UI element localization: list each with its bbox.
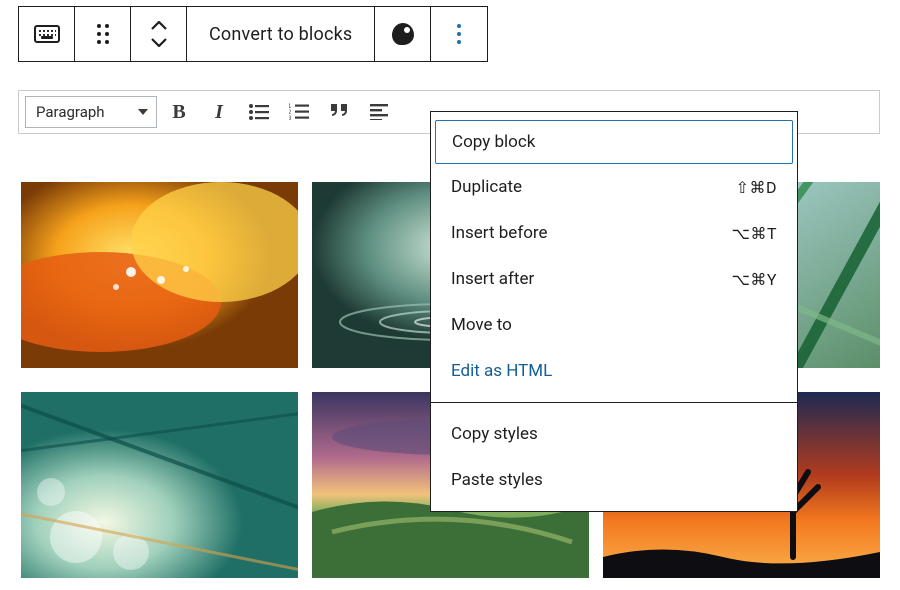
align-button[interactable] bbox=[361, 96, 397, 128]
paragraph-format-label: Paragraph bbox=[36, 103, 105, 121]
block-mover[interactable] bbox=[131, 7, 187, 61]
svg-text:3: 3 bbox=[289, 116, 292, 121]
menu-item-shortcut: ⌥⌘T bbox=[732, 224, 777, 243]
chevron-down-icon bbox=[151, 37, 167, 47]
italic-icon: I bbox=[215, 101, 223, 124]
menu-item-move-to[interactable]: Move to bbox=[431, 302, 797, 348]
menu-item-label: Move to bbox=[451, 315, 512, 335]
drag-handle-button[interactable] bbox=[75, 7, 131, 61]
bold-icon: B bbox=[172, 101, 185, 124]
italic-button[interactable]: I bbox=[201, 96, 237, 128]
menu-item-copy-styles[interactable]: Copy styles bbox=[431, 411, 797, 457]
menu-item-label: Copy styles bbox=[451, 424, 538, 444]
block-toolbar: Convert to blocks bbox=[18, 6, 488, 62]
menu-item-edit-as-html[interactable]: Edit as HTML bbox=[431, 348, 797, 394]
menu-item-label: Paste styles bbox=[451, 470, 543, 490]
menu-group: Copy styles Paste styles bbox=[431, 403, 797, 511]
gallery-image[interactable] bbox=[21, 182, 298, 368]
menu-item-paste-styles[interactable]: Paste styles bbox=[431, 457, 797, 503]
menu-item-duplicate[interactable]: Duplicate ⇧⌘D bbox=[431, 164, 797, 210]
numbered-list-button[interactable]: 1 2 3 bbox=[281, 96, 317, 128]
menu-item-copy-block[interactable]: Copy block bbox=[435, 120, 793, 164]
paragraph-format-select[interactable]: Paragraph bbox=[25, 96, 157, 128]
align-left-icon bbox=[370, 104, 388, 120]
menu-item-label: Insert after bbox=[451, 269, 534, 289]
blockquote-icon bbox=[329, 104, 349, 120]
palette-icon bbox=[392, 23, 414, 45]
more-vertical-icon bbox=[457, 24, 461, 44]
gallery-image[interactable] bbox=[21, 392, 298, 578]
convert-to-blocks-button[interactable]: Convert to blocks bbox=[187, 7, 375, 61]
drag-handle-icon bbox=[95, 22, 111, 46]
menu-item-label: Insert before bbox=[451, 223, 548, 243]
menu-group: Copy block Duplicate ⇧⌘D Insert before ⌥… bbox=[431, 112, 797, 402]
bold-button[interactable]: B bbox=[161, 96, 197, 128]
menu-item-label: Edit as HTML bbox=[451, 361, 552, 381]
block-options-button[interactable] bbox=[431, 7, 487, 61]
menu-item-insert-after[interactable]: Insert after ⌥⌘Y bbox=[431, 256, 797, 302]
block-options-menu: Copy block Duplicate ⇧⌘D Insert before ⌥… bbox=[430, 111, 798, 512]
menu-item-label: Copy block bbox=[452, 132, 535, 152]
bulleted-list-icon bbox=[249, 103, 269, 121]
numbered-list-icon: 1 2 3 bbox=[289, 103, 309, 121]
chevron-down-icon bbox=[138, 109, 148, 115]
blockquote-button[interactable] bbox=[321, 96, 357, 128]
menu-item-shortcut: ⌥⌘Y bbox=[731, 270, 777, 289]
bulleted-list-button[interactable] bbox=[241, 96, 277, 128]
menu-item-label: Duplicate bbox=[451, 177, 522, 197]
convert-label: Convert to blocks bbox=[209, 24, 352, 45]
chevron-up-icon bbox=[151, 21, 167, 31]
keyboard-icon bbox=[34, 25, 60, 43]
menu-item-insert-before[interactable]: Insert before ⌥⌘T bbox=[431, 210, 797, 256]
keyboard-button[interactable] bbox=[19, 7, 75, 61]
styles-button[interactable] bbox=[375, 7, 431, 61]
menu-item-shortcut: ⇧⌘D bbox=[736, 178, 777, 197]
